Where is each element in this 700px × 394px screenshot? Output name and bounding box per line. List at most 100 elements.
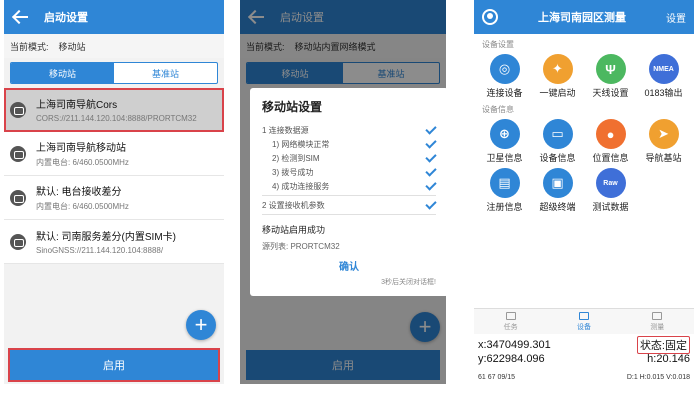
grid-item-label: 超级终端 bbox=[539, 202, 576, 212]
list-item[interactable]: 上海司南导航移动站 内置电台: 6/460.0500MHz bbox=[4, 132, 224, 176]
substep: 3) 拨号成功 bbox=[262, 164, 437, 179]
tab-rover[interactable]: 移动站 bbox=[11, 63, 114, 83]
check-icon bbox=[425, 150, 437, 163]
list-item[interactable]: 上海司南导航Cors CORS://211.144.120.104:8888/P… bbox=[4, 88, 224, 132]
substep: 1) 网络模块正常 bbox=[262, 136, 437, 151]
step-connect-source: 1 连接数据源 bbox=[262, 122, 437, 137]
nav-label: 测量 bbox=[650, 323, 665, 331]
device-icon bbox=[10, 101, 26, 118]
grid-item-label: 连接设备 bbox=[486, 88, 523, 98]
register-info-icon: ▤ bbox=[489, 168, 520, 198]
list-item[interactable]: 默认: 电台接收差分 内置电台: 6/460.0500MHz bbox=[4, 176, 224, 220]
current-mode-row: 当前模式: 移动站 bbox=[4, 34, 224, 58]
check-icon bbox=[425, 122, 437, 135]
device-home-screen: 上海司南园区测量 设置 设备设置 ◎ 连接设备 ✦ 一键启动 Ψ 天线设置 NMEA 0183… bbox=[474, 0, 694, 384]
item-detail: SinoGNSS://211.144.120.104:8888/ bbox=[36, 246, 164, 255]
step-label: 1 连接数据源 bbox=[262, 125, 309, 135]
source-list: 源列表: PRORTCM32 bbox=[262, 242, 340, 251]
fix-status-badge: 状态:固定 bbox=[636, 336, 690, 354]
app-bar: 上海司南园区测量 设置 bbox=[474, 0, 694, 34]
auto-close-hint: 3秒后关闭对话框! bbox=[381, 279, 436, 286]
device-icon bbox=[578, 311, 589, 320]
item-title: 上海司南导航Cors bbox=[36, 100, 118, 111]
one-key-start-icon: ✦ bbox=[542, 54, 573, 84]
connect-device-icon: ◎ bbox=[489, 54, 520, 84]
grid-item-satellite-info[interactable]: ⊕ 卫星信息 bbox=[478, 119, 531, 164]
nav-measure[interactable]: 测量 bbox=[621, 309, 694, 334]
check-icon bbox=[425, 136, 437, 149]
section-device-info: 设备信息 bbox=[482, 105, 514, 114]
rover-setup-screen: 启动设置 当前模式: 移动站内置网络模式 移动站 基准站 + 启用 移动站设置 … bbox=[240, 0, 446, 384]
check-icon bbox=[425, 178, 437, 191]
grid-item-label: 卫星信息 bbox=[486, 153, 523, 163]
nav-label: 任务 bbox=[503, 323, 518, 331]
measure-icon bbox=[652, 311, 663, 320]
success-message: 移动站启用成功 bbox=[262, 225, 326, 235]
settings-link[interactable]: 设置 bbox=[666, 10, 686, 25]
grid-item-antenna[interactable]: Ψ 天线设置 bbox=[584, 54, 637, 99]
check-icon bbox=[425, 164, 437, 177]
section-device-settings: 设备设置 bbox=[482, 40, 514, 49]
satellite-info-icon: ⊕ bbox=[489, 119, 520, 149]
radio-device-icon bbox=[10, 189, 26, 206]
divider bbox=[262, 195, 436, 196]
add-button[interactable]: + bbox=[186, 310, 216, 340]
grid-item-nmea[interactable]: NMEA 0183输出 bbox=[637, 54, 690, 99]
grid-item-location[interactable]: ● 位置信息 bbox=[584, 119, 637, 164]
item-title: 默认: 司南服务差分(内置SIM卡) bbox=[36, 232, 176, 243]
bottom-nav: 任务 设备 测量 bbox=[474, 308, 694, 334]
precision-readout: D:1 H:0.015 V:0.018 bbox=[626, 373, 690, 381]
nav-base-icon: ➤ bbox=[648, 119, 679, 149]
grid-item-terminal[interactable]: ▣ 超级终端 bbox=[531, 168, 584, 213]
substep: 2) 检测到SIM bbox=[262, 150, 437, 165]
list-item[interactable]: 默认: 司南服务差分(内置SIM卡) SinoGNSS://211.144.12… bbox=[4, 220, 224, 264]
nmea-icon: NMEA bbox=[648, 54, 679, 84]
grid-item-nav-base[interactable]: ➤ 导航基站 bbox=[637, 119, 690, 164]
item-detail: 内置电台: 6/460.0500MHz bbox=[36, 202, 129, 211]
device-info-icon: ▭ bbox=[542, 119, 573, 149]
back-arrow-icon[interactable] bbox=[12, 8, 30, 26]
satellite-count: 61 67 09/15 bbox=[478, 373, 515, 381]
h-coordinate: h:20.146 bbox=[647, 353, 690, 365]
grid-item-raw-data[interactable]: Raw 测试数据 bbox=[584, 168, 637, 213]
grid-item-one-key-start[interactable]: ✦ 一键启动 bbox=[531, 54, 584, 99]
raw-data-icon: Raw bbox=[595, 168, 626, 198]
grid-item-device-info[interactable]: ▭ 设备信息 bbox=[531, 119, 584, 164]
grid-item-label: 天线设置 bbox=[592, 88, 629, 98]
divider bbox=[262, 214, 436, 215]
dialog-title: 移动站设置 bbox=[262, 100, 323, 114]
app-bar: 启动设置 bbox=[4, 0, 224, 34]
item-detail: CORS://211.144.120.104:8888/PRORTCM32 bbox=[36, 114, 197, 123]
antenna-icon: Ψ bbox=[595, 54, 626, 84]
item-title: 上海司南导航移动站 bbox=[36, 143, 126, 154]
grid-item-label: 导航基站 bbox=[645, 153, 682, 163]
nav-task[interactable]: 任务 bbox=[474, 309, 547, 334]
nav-device[interactable]: 设备 bbox=[547, 309, 620, 334]
nav-label: 设备 bbox=[576, 323, 591, 331]
x-coordinate: x:3470499.301 bbox=[478, 339, 551, 351]
mode-tabs: 移动站 基准站 bbox=[10, 62, 218, 84]
status-panel: x:3470499.301 状态:固定 y:622984.096 h:20.14… bbox=[474, 336, 694, 384]
rover-setup-dialog: 移动站设置 1 连接数据源 1) 网络模块正常 2) 检测到SIM 3) 拨号成… bbox=[250, 88, 446, 296]
user-icon[interactable] bbox=[482, 9, 498, 25]
grid-item-connect-device[interactable]: ◎ 连接设备 bbox=[478, 54, 531, 99]
substep-label: 4) 成功连接服务 bbox=[272, 181, 330, 191]
grid-item-label: 一键启动 bbox=[539, 88, 576, 98]
tab-base[interactable]: 基准站 bbox=[114, 63, 217, 83]
substep-label: 3) 拨号成功 bbox=[272, 167, 314, 177]
confirm-button[interactable]: 确认 bbox=[262, 258, 436, 273]
mode-label: 当前模式: bbox=[10, 41, 49, 52]
step-set-receiver: 2 设置接收机参数 bbox=[262, 197, 437, 212]
grid-item-register-info[interactable]: ▤ 注册信息 bbox=[478, 168, 531, 213]
device-settings-grid: ◎ 连接设备 ✦ 一键启动 Ψ 天线设置 NMEA 0183输出 bbox=[474, 54, 694, 99]
substep-label: 1) 网络模块正常 bbox=[272, 139, 330, 149]
enable-button[interactable]: 启用 bbox=[8, 348, 220, 382]
profile-list: 上海司南导航Cors CORS://211.144.120.104:8888/P… bbox=[4, 88, 224, 264]
grid-item-label: 设备信息 bbox=[539, 153, 576, 163]
grid-item-label: 注册信息 bbox=[486, 202, 523, 212]
step-label: 2 设置接收机参数 bbox=[262, 200, 325, 210]
check-icon bbox=[425, 197, 437, 210]
grid-item-label: 位置信息 bbox=[592, 153, 629, 163]
item-title: 默认: 电台接收差分 bbox=[36, 187, 122, 198]
item-detail: 内置电台: 6/460.0500MHz bbox=[36, 158, 129, 167]
